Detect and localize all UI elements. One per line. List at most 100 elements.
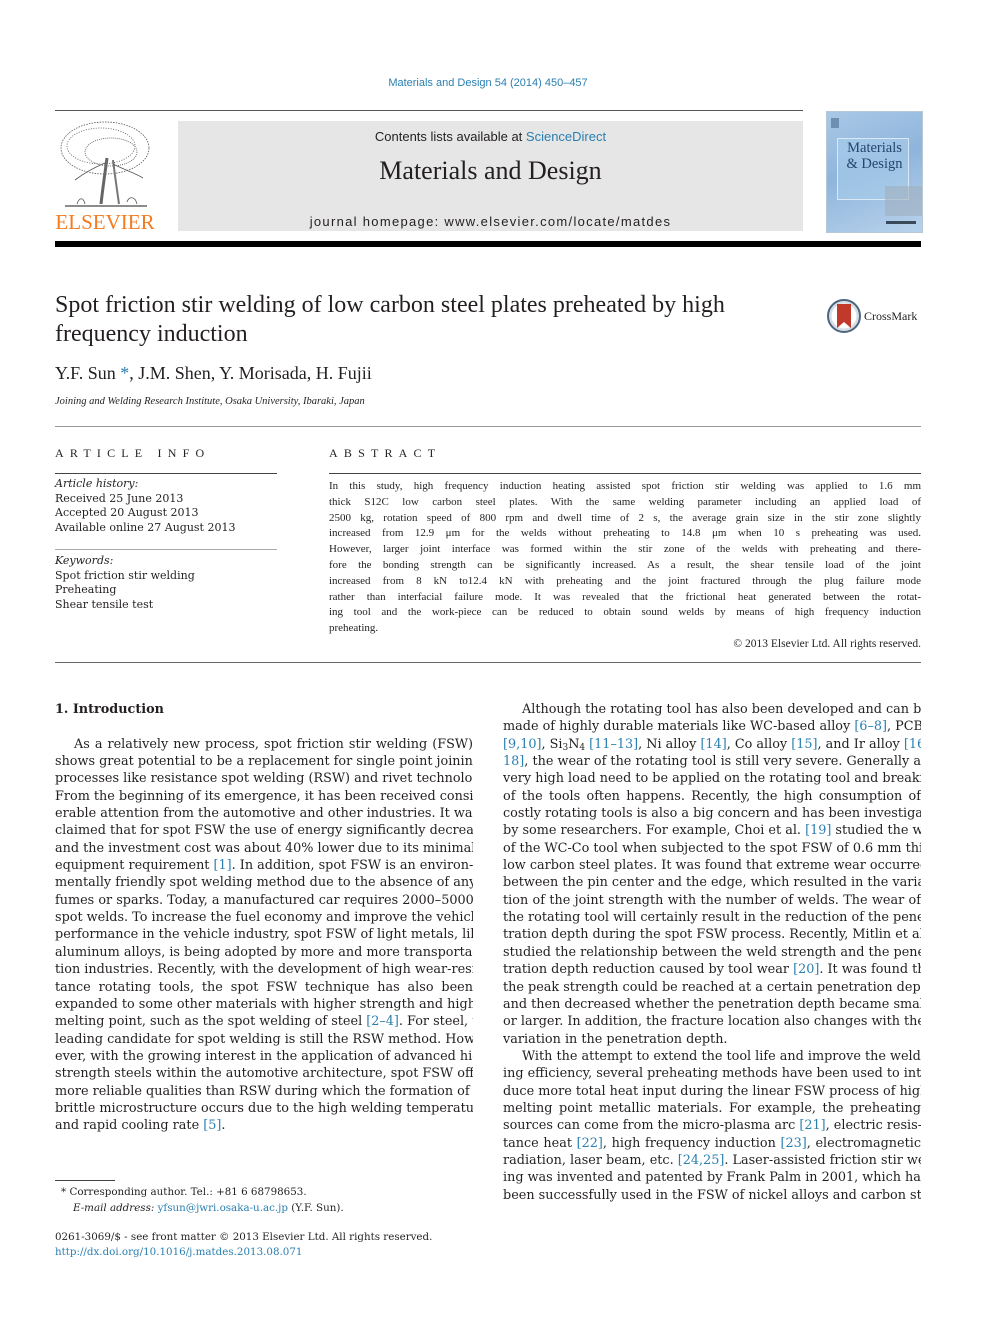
- citation-link[interactable]: [23]: [780, 1136, 806, 1151]
- citation-link[interactable]: [11–13]: [589, 737, 638, 752]
- text-line: low carbon steel plates. It was found th…: [503, 858, 921, 874]
- journal-title: Materials and Design: [379, 156, 602, 185]
- text-line: of the WC-Co tool when subjected to the …: [503, 840, 921, 856]
- text-line: the peak strength could be reached at a …: [503, 979, 921, 995]
- text-line: variation in the penetration depth.: [503, 1031, 728, 1047]
- abstract-copyright: © 2013 Elsevier Ltd. All rights reserved…: [733, 638, 921, 650]
- article-info-heading: ARTICLE INFO: [55, 446, 211, 460]
- citation-link[interactable]: [15]: [791, 737, 817, 752]
- text-line: [9,10], Si3N4 [11–13], Ni alloy [14], Co…: [503, 736, 921, 753]
- text-line: radiation, laser beam, etc. [24,25]. Las…: [503, 1152, 921, 1168]
- text-line: claimed that for spot FSW the use of ene…: [55, 823, 473, 839]
- email-label: E-mail address:: [73, 1201, 155, 1214]
- text-line: expanded to some other materials with hi…: [55, 996, 473, 1012]
- author-name[interactable]: H. Fujii: [316, 363, 372, 383]
- journal-reference-link[interactable]: Materials and Design 54 (2014) 450–457: [0, 77, 976, 89]
- text-line: and then decreased whether the penetrati…: [503, 996, 921, 1012]
- issn-doi-block: 0261-3069/$ - see front matter © 2013 El…: [55, 1230, 432, 1260]
- keywords-label: Keywords:: [55, 554, 114, 567]
- citation-link[interactable]: [6–8]: [854, 719, 887, 734]
- email-suffix: (Y.F. Sun).: [287, 1201, 344, 1214]
- text-line: melting point metallic materials. For ex…: [503, 1100, 921, 1116]
- cover-title-line-1: Materials: [847, 140, 902, 156]
- journal-cover-image[interactable]: Materials & Design: [826, 111, 923, 233]
- text-line: more reliable qualities than RSW during …: [55, 1083, 473, 1099]
- author-name[interactable]: Y. Morisada: [219, 363, 307, 383]
- divider: [55, 110, 803, 111]
- text-line: brittle microstructure occurs due to the…: [55, 1100, 473, 1116]
- divider: [55, 662, 921, 663]
- crossmark-label: CrossMark: [864, 309, 918, 323]
- divider: [55, 426, 921, 427]
- email-link[interactable]: yfsun@jwri.osaka-u.ac.jp: [158, 1202, 288, 1214]
- text-line: between the pin center and the edge, whi…: [503, 875, 921, 891]
- keywords: Keywords: Spot friction stir welding Pre…: [55, 554, 277, 612]
- corresponding-author-marker[interactable]: *: [116, 363, 129, 383]
- article-history: Article history: Received 25 June 2013 A…: [55, 477, 277, 535]
- cover-title: Materials & Design: [827, 140, 922, 172]
- abstract-heading: ABSTRACT: [329, 446, 442, 460]
- citation-link[interactable]: [20]: [793, 962, 819, 977]
- abstract-line: 2500 kg, rotation speed of 800 rpm and d…: [329, 511, 921, 524]
- text-line: aluminum alloys, is being adopted by mor…: [55, 944, 473, 960]
- text-line: or larger. In addition, the fracture loc…: [503, 1014, 921, 1030]
- introduction-paragraphs-continued: Although the rotating tool has also been…: [503, 701, 921, 1204]
- citation-link[interactable]: [5]: [203, 1118, 221, 1133]
- text-line: Although the rotating tool has also been…: [522, 702, 921, 717]
- elsevier-wordmark: ELSEVIER: [55, 210, 155, 234]
- cover-footer-bar: [886, 221, 916, 224]
- homepage-url[interactable]: www.elsevier.com/locate/matdes: [444, 214, 671, 229]
- abstract-line: However, larger joint interface was form…: [329, 543, 921, 556]
- text-line: and the investment cost was about 40% lo…: [55, 840, 473, 856]
- author-separator: ,: [210, 363, 220, 383]
- keyword[interactable]: Shear tensile test: [55, 598, 277, 613]
- text-line: mentally friendly spot welding method du…: [55, 875, 473, 891]
- doi-link[interactable]: http://dx.doi.org/10.1016/j.matdes.2013.…: [55, 1245, 432, 1260]
- introduction-paragraph-1: As a relatively new process, spot fricti…: [55, 736, 473, 1135]
- author-name[interactable]: J.M. Shen: [138, 363, 211, 383]
- citation-link[interactable]: [19]: [805, 823, 831, 838]
- footnote-rule: [55, 1180, 115, 1181]
- citation-link[interactable]: [16–: [904, 737, 921, 752]
- citation-link[interactable]: [2–4]: [366, 1014, 399, 1029]
- footnote-star: *: [61, 1186, 67, 1198]
- text-line: shows great potential to be a replacemen…: [55, 754, 473, 770]
- text-line: 18], the wear of the rotating tool is st…: [503, 754, 921, 770]
- text-line: processes like resistance spot welding (…: [55, 771, 473, 787]
- text-line: costly rotating tools is also a big conc…: [503, 806, 921, 822]
- text-line: erable attention from the automotive and…: [55, 806, 473, 822]
- contents-prefix: Contents lists available at: [374, 129, 526, 144]
- text-line: been successfully used in the FSW of nic…: [503, 1187, 921, 1203]
- text-line: and rapid cooling rate [5].: [55, 1118, 226, 1134]
- citation-link[interactable]: [22]: [577, 1136, 603, 1151]
- text-line: tion of the joint strength with the numb…: [503, 892, 921, 908]
- citation-link[interactable]: [21]: [799, 1118, 825, 1133]
- citation-link[interactable]: 18]: [503, 754, 524, 769]
- cover-publisher-logo: [831, 118, 839, 128]
- online-date: Available online 27 August 2013: [55, 520, 236, 534]
- citation-link[interactable]: [9,10]: [503, 737, 541, 752]
- text-line: spot welds. To increase the fuel economy…: [55, 910, 473, 926]
- text-line: made of highly durable materials like WC…: [503, 719, 921, 735]
- text-line: melting point, such as the spot welding …: [55, 1014, 473, 1030]
- crossmark-button[interactable]: CrossMark: [827, 298, 927, 334]
- text-line: ing was invented and patented by Frank P…: [503, 1170, 921, 1186]
- author-name[interactable]: Y.F. Sun: [55, 363, 116, 383]
- abstract-line: ing tool and the work-piece can be reduc…: [329, 606, 921, 619]
- text-line: by some researchers. For example, Choi e…: [503, 823, 921, 839]
- text-line: tion industries. Recently, with the deve…: [55, 962, 473, 978]
- citation-link[interactable]: [14]: [700, 737, 726, 752]
- citation-link[interactable]: [1]: [214, 858, 232, 873]
- sciencedirect-link[interactable]: ScienceDirect: [526, 129, 606, 144]
- section-heading-introduction: 1. Introduction: [55, 702, 164, 717]
- received-date: Received 25 June 2013: [55, 491, 184, 505]
- text-line: sources can come from the micro-plasma a…: [503, 1118, 921, 1134]
- keyword[interactable]: Spot friction stir welding: [55, 569, 277, 584]
- author-list: Y.F. Sun *, J.M. Shen, Y. Morisada, H. F…: [55, 363, 372, 384]
- citation-link[interactable]: [24,25]: [678, 1153, 725, 1168]
- text-line: fumes or sparks. Today, a manufactured c…: [55, 892, 473, 908]
- divider: [55, 473, 277, 474]
- divider: [329, 473, 921, 474]
- keyword[interactable]: Preheating: [55, 583, 277, 598]
